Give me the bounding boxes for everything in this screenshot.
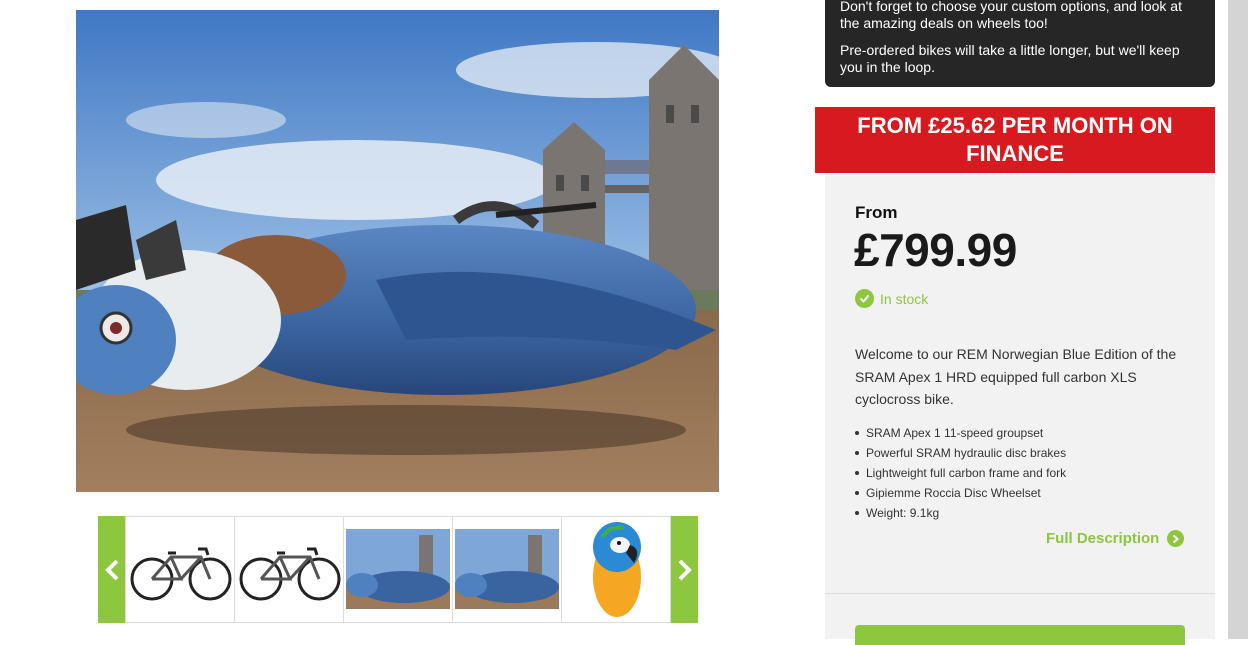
thumbnail-bike-1[interactable] xyxy=(125,516,235,623)
thumbnail-carousel xyxy=(98,516,698,623)
stock-status: In stock xyxy=(855,289,928,308)
product-price: £799.99 xyxy=(854,224,1017,276)
page-edge-strip xyxy=(1228,0,1248,639)
finance-banner[interactable]: FROM £25.62 PER MONTH ON FINANCE xyxy=(815,107,1215,173)
thumbnail-parrot-sculpture-1[interactable] xyxy=(343,516,453,623)
product-description: Welcome to our REM Norwegian Blue Editio… xyxy=(855,346,1177,407)
notice-text-custom-options: Don't forget to choose your custom optio… xyxy=(840,0,1182,31)
panel-divider xyxy=(825,593,1215,594)
thumbnail-parrot-sculpture-2[interactable] xyxy=(452,516,562,623)
thumbnail-macaw[interactable] xyxy=(561,516,671,623)
feature-item: Weight: 9.1kg xyxy=(855,503,1066,523)
carousel-prev-button[interactable] xyxy=(98,516,125,623)
notice-text-preorder: Pre-ordered bikes will take a little lon… xyxy=(840,42,1180,75)
chevron-right-icon xyxy=(678,559,692,580)
chevron-left-icon xyxy=(104,559,118,580)
order-notice-box: Don't forget to choose your custom optio… xyxy=(825,0,1215,87)
feature-list: SRAM Apex 1 11-speed groupset Powerful S… xyxy=(855,423,1066,523)
price-panel: From £799.99 In stock Welcome to our REM… xyxy=(825,173,1215,645)
stock-status-text: In stock xyxy=(880,290,929,307)
full-description-label: Full Description xyxy=(1046,530,1160,547)
full-description-link[interactable]: Full Description xyxy=(1046,530,1185,547)
feature-item: Powerful SRAM hydraulic disc brakes xyxy=(855,443,1066,463)
carousel-next-button[interactable] xyxy=(671,516,698,623)
feature-item: SRAM Apex 1 11-speed groupset xyxy=(855,423,1066,443)
price-from-label: From xyxy=(855,203,898,222)
feature-item: Lightweight full carbon frame and fork xyxy=(855,463,1066,483)
main-product-image[interactable] xyxy=(76,10,719,492)
check-circle-icon xyxy=(855,289,874,308)
feature-item: Gipiemme Roccia Disc Wheelset xyxy=(855,483,1066,503)
thumbnail-bike-2[interactable] xyxy=(234,516,344,623)
chevron-right-circle-icon xyxy=(1167,530,1185,547)
finance-banner-text: FROM £25.62 PER MONTH ON FINANCE xyxy=(857,113,1173,166)
add-to-basket-button[interactable] xyxy=(855,625,1185,645)
